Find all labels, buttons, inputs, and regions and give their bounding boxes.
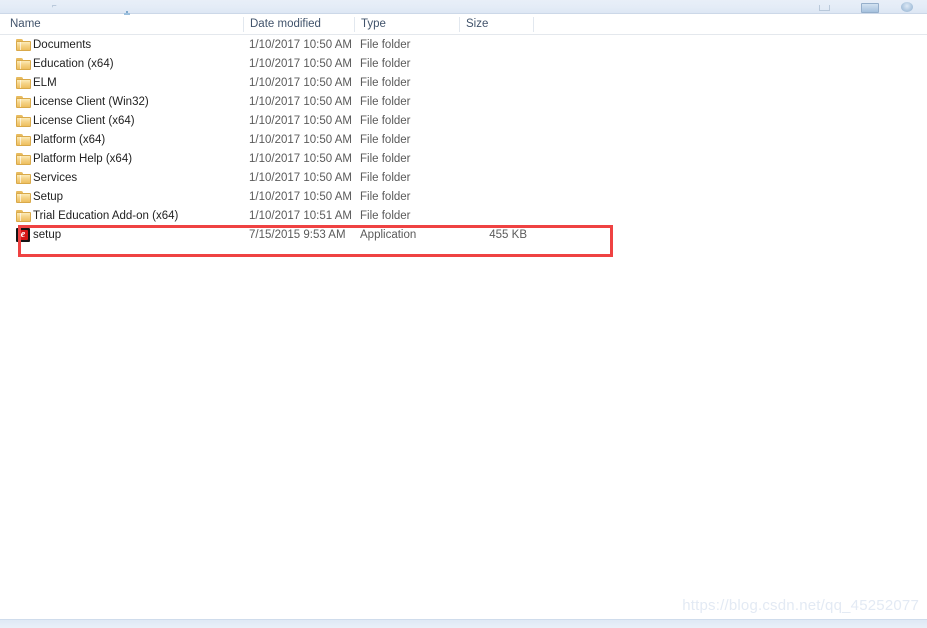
folder-icon [16,190,31,204]
file-date-cell: 1/10/2017 10:50 AM [249,191,352,204]
file-name-cell: ELM [33,77,57,90]
file-size-cell: 455 KB [465,229,527,242]
folder-icon [16,152,31,166]
column-divider-name[interactable] [243,17,244,32]
window-toolbar-strip: ⌐ [0,0,927,14]
table-row[interactable]: Education (x64) 1/10/2017 10:50 AM File fo… [0,55,927,74]
column-header-type[interactable]: Type [361,18,386,30]
file-type-cell: File folder [360,96,411,109]
file-name-cell: Platform Help (x64) [33,153,132,166]
file-type-cell: File folder [360,58,411,71]
table-row[interactable]: ELM 1/10/2017 10:50 AM File folder [0,74,927,93]
file-type-cell: File folder [360,115,411,128]
folder-icon [16,209,31,223]
file-name-cell: Education (x64) [33,58,114,71]
file-type-cell: File folder [360,191,411,204]
file-type-cell: Application [360,229,416,242]
watermark-text: https://blog.csdn.net/qq_45252077 [682,597,919,614]
file-name-cell: Platform (x64) [33,134,105,147]
file-date-cell: 1/10/2017 10:50 AM [249,96,352,109]
table-row[interactable]: License Client (Win32) 1/10/2017 10:50 AM… [0,93,927,112]
file-name-cell: License Client (x64) [33,115,135,128]
column-divider-type[interactable] [459,17,460,32]
file-type-cell: File folder [360,134,411,147]
file-date-cell: 1/10/2017 10:50 AM [249,153,352,166]
file-type-cell: File folder [360,153,411,166]
file-type-cell: File folder [360,39,411,52]
file-type-cell: File folder [360,77,411,90]
file-date-cell: 1/10/2017 10:50 AM [249,39,352,52]
application-icon: e [16,228,30,242]
table-row[interactable]: Platform Help (x64) 1/10/2017 10:50 AM Fil… [0,150,927,169]
application-icon-glyph: e [16,228,30,242]
table-row[interactable]: Documents 1/10/2017 10:50 AM File folder [0,36,927,55]
file-date-cell: 1/10/2017 10:50 AM [249,77,352,90]
help-icon[interactable] [901,2,913,12]
table-row[interactable]: Services 1/10/2017 10:50 AM File folder [0,169,927,188]
status-bar [0,619,927,628]
table-row[interactable]: Setup 1/10/2017 10:50 AM File folder [0,188,927,207]
column-divider-size[interactable] [533,17,534,32]
minimize-glyph-icon[interactable] [819,5,830,11]
toolbar-tick-glyph: ⌐ [52,0,57,11]
file-list: Documents1/10/2017 10:50 AMFile folderEd… [0,36,927,245]
file-date-cell: 1/10/2017 10:50 AM [249,58,352,71]
file-date-cell: 1/10/2017 10:50 AM [249,172,352,185]
file-name-cell: setup [33,229,61,242]
folder-icon [16,133,31,147]
column-header-row: Name Date modified Type Size [0,15,927,35]
column-header-name[interactable]: Name [10,18,41,30]
folder-icon [16,171,31,185]
folder-icon [16,95,31,109]
table-row[interactable]: License Client (x64) 1/10/2017 10:50 AM Fi… [0,112,927,131]
table-row[interactable]: Trial Education Add-on (x64) 1/10/2017 10… [0,207,927,226]
view-pane-icon[interactable] [861,3,879,13]
file-type-cell: File folder [360,210,411,223]
column-header-size[interactable]: Size [466,18,488,30]
column-header-date-modified[interactable]: Date modified [250,18,321,30]
file-name-cell: Documents [33,39,91,52]
folder-icon [16,76,31,90]
column-divider-date[interactable] [354,17,355,32]
table-row[interactable]: esetup 7/15/2015 9:53 AM Application 455 KB [0,226,927,245]
table-row[interactable]: Platform (x64) 1/10/2017 10:50 AM File fol… [0,131,927,150]
folder-icon [16,38,31,52]
file-date-cell: 1/10/2017 10:51 AM [249,210,352,223]
folder-icon [16,57,31,71]
file-date-cell: 7/15/2015 9:53 AM [249,229,346,242]
file-name-cell: Setup [33,191,63,204]
file-name-cell: Services [33,172,77,185]
folder-icon [16,114,31,128]
file-date-cell: 1/10/2017 10:50 AM [249,134,352,147]
file-name-cell: License Client (Win32) [33,96,149,109]
file-date-cell: 1/10/2017 10:50 AM [249,115,352,128]
file-type-cell: File folder [360,172,411,185]
file-name-cell: Trial Education Add-on (x64) [33,210,178,223]
